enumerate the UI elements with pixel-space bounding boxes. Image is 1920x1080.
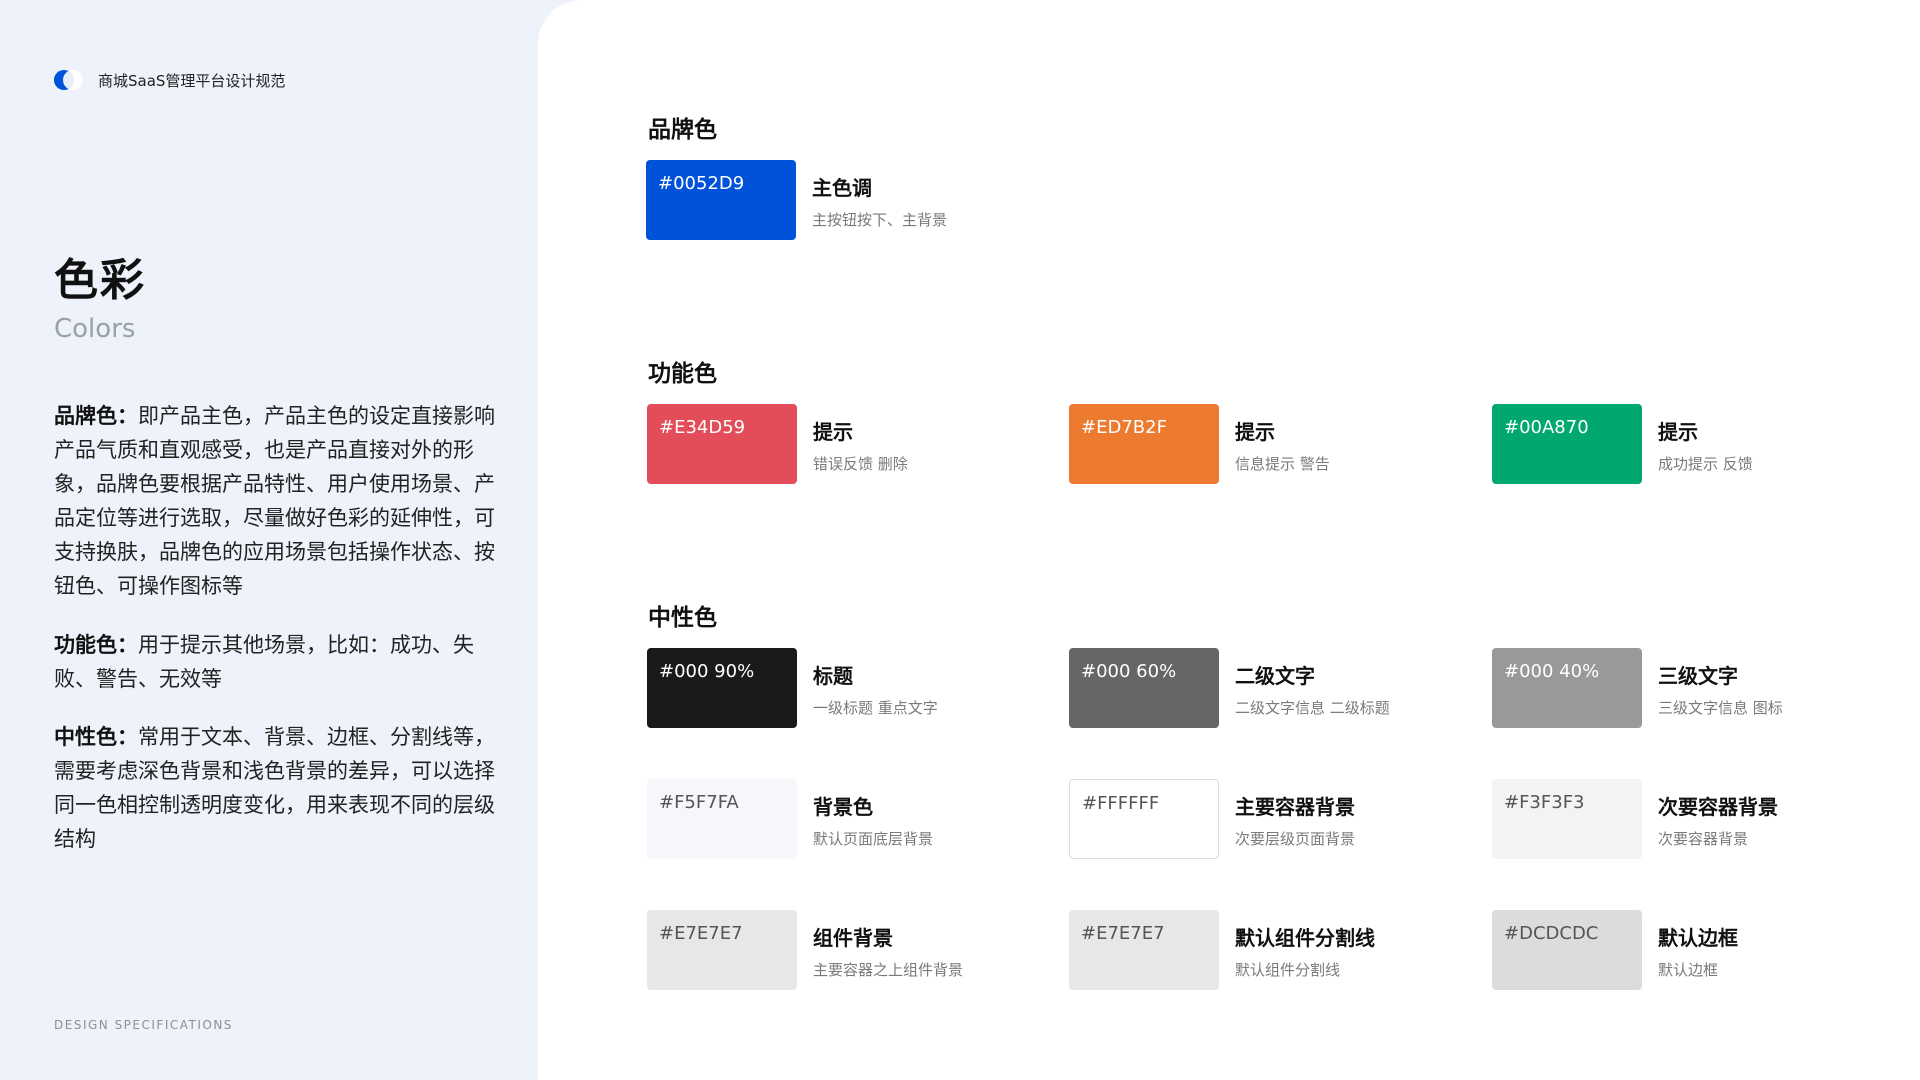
color-swatch: #FFFFFF — [1069, 779, 1219, 859]
color-note: 主按钮按下、主背景 — [812, 211, 948, 229]
color-swatch: #0052D9 — [646, 160, 796, 240]
color-note: 错误反馈 删除 — [813, 455, 908, 473]
color-swatch: #E34D59 — [647, 404, 797, 484]
brand-name: 商城SaaS管理平台设计规范 — [98, 71, 286, 90]
color-note: 次要层级页面背景 — [1235, 830, 1356, 848]
desc-functional-color: 功能色：用于提示其他场景，比如：成功、失败、警告、无效等 — [54, 628, 504, 696]
color-item-error: #E34D59 提示 错误反馈 删除 — [647, 404, 908, 484]
color-swatch: #F5F7FA — [647, 779, 797, 859]
color-item-success: #00A870 提示 成功提示 反馈 — [1492, 404, 1753, 484]
color-swatch: #F3F3F3 — [1492, 779, 1642, 859]
section-title-neutral: 中性色 — [648, 605, 717, 631]
page-subtitle: Colors — [54, 314, 136, 344]
color-swatch: #E7E7E7 — [647, 910, 797, 990]
color-item-primary: #0052D9 主色调 主按钮按下、主背景 — [646, 160, 947, 240]
color-note: 默认组件分割线 — [1235, 961, 1341, 979]
footer-text: DESIGN SPECIFICATIONS — [54, 1018, 233, 1032]
brand: 商城SaaS管理平台设计规范 — [54, 69, 285, 91]
color-name: 默认边框 — [1658, 926, 1738, 950]
page-title: 色彩 — [54, 255, 146, 306]
color-swatch: #000 60% — [1069, 648, 1219, 728]
color-swatch: #000 40% — [1492, 648, 1642, 728]
color-name: 二级文字 — [1235, 664, 1315, 688]
sidebar: 商城SaaS管理平台设计规范 色彩 Colors 品牌色：即产品主色，产品主色的… — [0, 0, 538, 1080]
color-note: 二级文字信息 二级标题 — [1235, 699, 1390, 717]
color-name: 提示 — [813, 420, 853, 444]
section-title-brand: 品牌色 — [648, 117, 717, 143]
color-note: 次要容器背景 — [1658, 830, 1749, 848]
color-item-secondary-container: #F3F3F3 次要容器背景 次要容器背景 — [1492, 779, 1778, 859]
color-swatch: #ED7B2F — [1069, 404, 1219, 484]
color-item-primary-container: #FFFFFF 主要容器背景 次要层级页面背景 — [1069, 779, 1355, 859]
color-note: 默认页面底层背景 — [813, 830, 934, 848]
color-name: 标题 — [813, 664, 853, 688]
color-name: 背景色 — [813, 795, 873, 819]
color-name: 组件背景 — [813, 926, 893, 950]
color-note: 信息提示 警告 — [1235, 455, 1330, 473]
main-panel: 品牌色 #0052D9 主色调 主按钮按下、主背景 功能色 #E34D59 提示… — [538, 0, 1920, 1080]
color-item-tertiary-text: #000 40% 三级文字 三级文字信息 图标 — [1492, 648, 1783, 728]
color-item-component-background: #E7E7E7 组件背景 主要容器之上组件背景 — [647, 910, 963, 990]
color-swatch: #000 90% — [647, 648, 797, 728]
desc-text: 即产品主色，产品主色的设定直接影响产品气质和直观感受，也是产品直接对外的形象，品… — [54, 404, 495, 598]
color-item-warning: #ED7B2F 提示 信息提示 警告 — [1069, 404, 1330, 484]
color-note: 成功提示 反馈 — [1658, 455, 1753, 473]
color-swatch: #DCDCDC — [1492, 910, 1642, 990]
color-note: 主要容器之上组件背景 — [813, 961, 964, 979]
color-note: 默认边框 — [1658, 961, 1719, 979]
color-name: 三级文字 — [1658, 664, 1738, 688]
color-item-divider: #E7E7E7 默认组件分割线 默认组件分割线 — [1069, 910, 1375, 990]
color-name: 主要容器背景 — [1235, 795, 1355, 819]
section-title-functional: 功能色 — [648, 361, 717, 387]
color-swatch: #E7E7E7 — [1069, 910, 1219, 990]
color-item-page-background: #F5F7FA 背景色 默认页面底层背景 — [647, 779, 933, 859]
color-note: 一级标题 重点文字 — [813, 699, 938, 717]
color-name: 提示 — [1658, 420, 1698, 444]
brand-logo-icon — [54, 69, 88, 91]
color-note: 三级文字信息 图标 — [1658, 699, 1783, 717]
color-name: 主色调 — [812, 176, 872, 200]
color-name: 提示 — [1235, 420, 1275, 444]
desc-label: 功能色： — [54, 633, 138, 657]
color-item-title-text: #000 90% 标题 一级标题 重点文字 — [647, 648, 938, 728]
color-name: 默认组件分割线 — [1235, 926, 1375, 950]
desc-label: 中性色： — [54, 725, 138, 749]
desc-brand-color: 品牌色：即产品主色，产品主色的设定直接影响产品气质和直观感受，也是产品直接对外的… — [54, 399, 504, 603]
desc-label: 品牌色： — [54, 404, 138, 428]
color-item-secondary-text: #000 60% 二级文字 二级文字信息 二级标题 — [1069, 648, 1390, 728]
color-name: 次要容器背景 — [1658, 795, 1778, 819]
color-swatch: #00A870 — [1492, 404, 1642, 484]
color-item-border: #DCDCDC 默认边框 默认边框 — [1492, 910, 1738, 990]
desc-neutral-color: 中性色：常用于文本、背景、边框、分割线等，需要考虑深色背景和浅色背景的差异，可以… — [54, 720, 504, 856]
